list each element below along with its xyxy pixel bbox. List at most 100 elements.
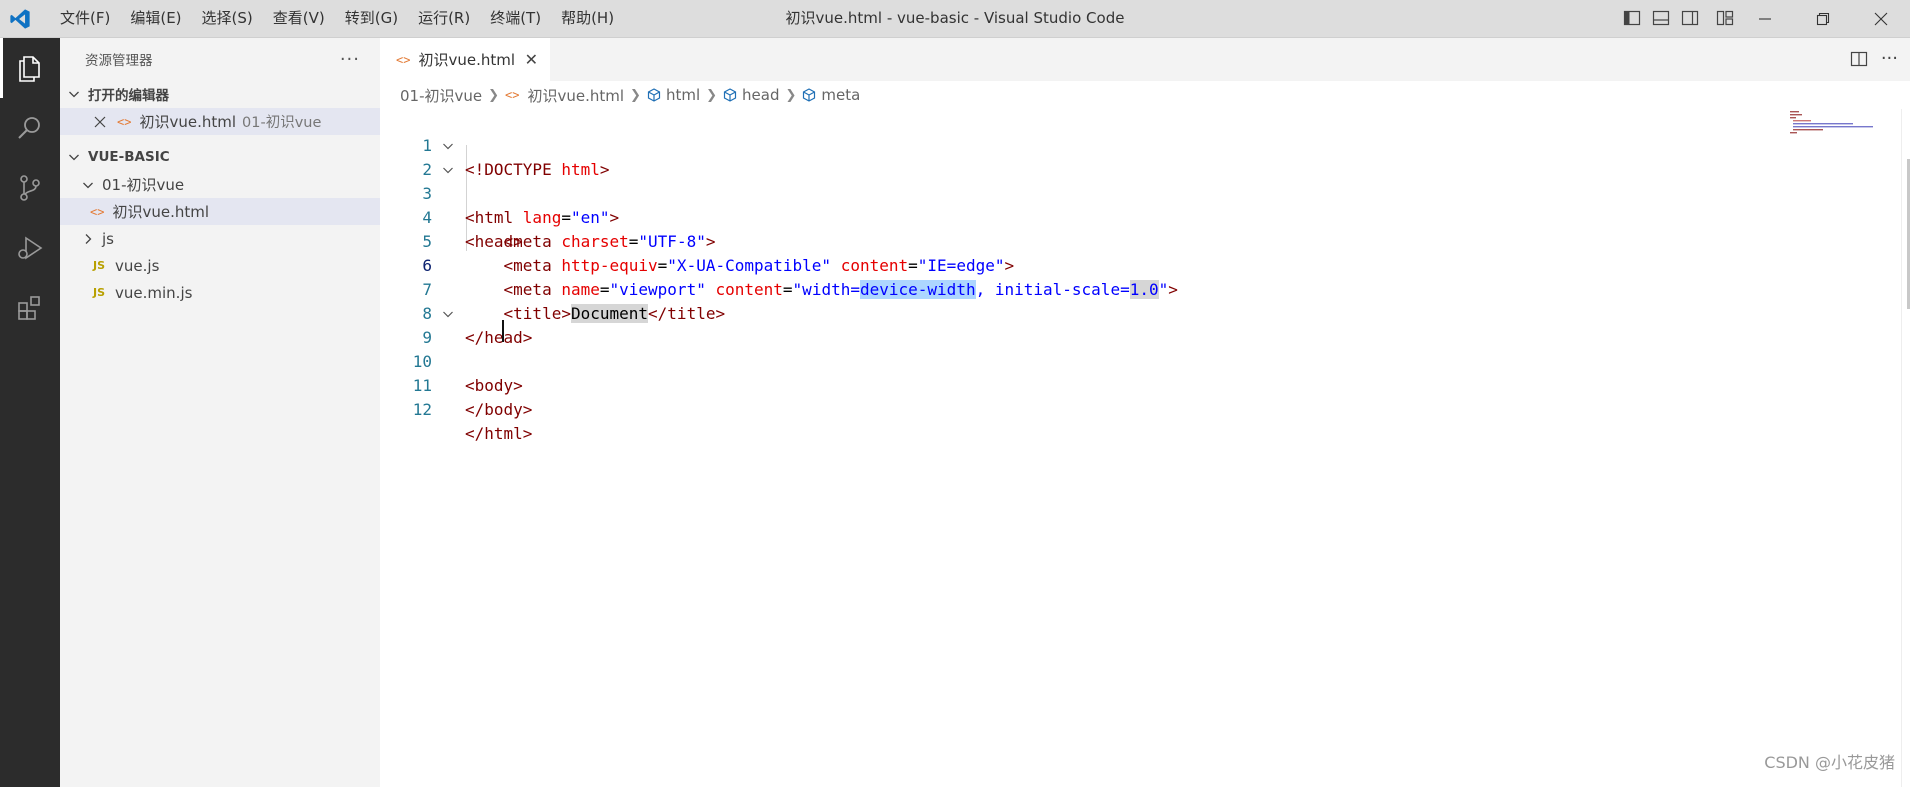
fold-chevron-icon[interactable] bbox=[440, 306, 456, 322]
toggle-secondary-sidebar-icon[interactable] bbox=[1680, 8, 1700, 28]
toggle-panel-icon[interactable] bbox=[1651, 8, 1671, 28]
extensions-activity[interactable] bbox=[0, 278, 60, 338]
menu-run[interactable]: 运行(R) bbox=[408, 0, 480, 37]
breadcrumb-item[interactable]: 初识vue.html bbox=[527, 85, 624, 106]
close-icon[interactable] bbox=[93, 115, 107, 129]
search-icon bbox=[18, 117, 40, 139]
open-editor-folder: 01-初识vue bbox=[242, 115, 322, 131]
chevron-down-icon bbox=[69, 91, 79, 98]
minimize-button[interactable] bbox=[1736, 0, 1794, 37]
symbol-field-icon bbox=[647, 88, 661, 102]
html-file-icon: <> bbox=[90, 204, 105, 219]
menu-view[interactable]: 查看(V) bbox=[263, 0, 335, 37]
html-file-icon: <> bbox=[396, 52, 411, 67]
code-line: 2 <html lang="en"> bbox=[380, 134, 1780, 227]
file-row[interactable]: <> 初识vue.html bbox=[60, 198, 380, 225]
minimap[interactable] bbox=[1790, 109, 1900, 139]
explorer-sidebar: 资源管理器 ··· 打开的编辑器 <> 初识vue.html 01-初识vue … bbox=[60, 38, 380, 787]
title-bar: 文件(F) 编辑(E) 选择(S) 查看(V) 转到(G) 运行(R) 终端(T… bbox=[0, 0, 1910, 38]
toggle-primary-sidebar-icon[interactable] bbox=[1622, 8, 1642, 28]
menu-edit[interactable]: 编辑(E) bbox=[120, 0, 191, 37]
search-activity[interactable] bbox=[0, 98, 60, 158]
code-line: 12 </html> bbox=[380, 374, 1780, 443]
menu-help[interactable]: 帮助(H) bbox=[551, 0, 624, 37]
symbol-field-icon bbox=[803, 88, 816, 102]
breadcrumb-item[interactable]: 01-初识vue bbox=[400, 85, 482, 106]
breadcrumb-item[interactable]: html bbox=[666, 86, 700, 104]
files-icon bbox=[19, 56, 40, 82]
menu-file[interactable]: 文件(F) bbox=[50, 0, 120, 37]
editor-tabs: <> 初识vue.html ✕ ··· bbox=[380, 38, 1910, 81]
chevron-right-icon: ❯ bbox=[630, 87, 641, 103]
extensions-icon bbox=[18, 296, 40, 320]
editor-actions: ··· bbox=[1849, 48, 1898, 69]
explorer-title: 资源管理器 bbox=[85, 53, 153, 69]
file-row[interactable]: JS vue.min.js bbox=[60, 279, 380, 306]
file-name: vue.min.js bbox=[115, 283, 193, 302]
symbol-field-icon bbox=[723, 88, 737, 102]
fold-chevron-icon[interactable] bbox=[440, 138, 456, 154]
line-number: 12 bbox=[412, 400, 432, 419]
customize-layout-icon[interactable] bbox=[1715, 8, 1735, 28]
js-file-icon: JS bbox=[93, 259, 106, 272]
html-file-icon: <> bbox=[117, 114, 132, 129]
js-file-icon: JS bbox=[93, 286, 106, 299]
breadcrumb-item[interactable]: head bbox=[742, 86, 779, 104]
layout-controls bbox=[1622, 8, 1735, 28]
open-editor-item[interactable]: <> 初识vue.html 01-初识vue bbox=[60, 108, 380, 135]
chevron-right-icon: ❯ bbox=[785, 87, 797, 103]
folder-name: 01-初识vue bbox=[102, 176, 185, 194]
menu-selection[interactable]: 选择(S) bbox=[192, 0, 263, 37]
chevron-down-icon bbox=[83, 182, 93, 188]
source-control-activity[interactable] bbox=[0, 158, 60, 218]
folder-row[interactable]: 01-初识vue bbox=[60, 171, 380, 198]
code-line: 8 </head> bbox=[380, 278, 1780, 347]
close-tab-icon[interactable]: ✕ bbox=[525, 50, 538, 69]
folder-name: js bbox=[102, 229, 114, 248]
menu-go[interactable]: 转到(G) bbox=[335, 0, 408, 37]
chevron-right-icon: ❯ bbox=[706, 87, 718, 103]
source-control-icon bbox=[20, 175, 40, 201]
workspace-heading: VUE-BASIC bbox=[88, 149, 170, 165]
run-debug-activity[interactable] bbox=[0, 218, 60, 278]
chevron-right-icon: ❯ bbox=[488, 87, 500, 103]
restore-button[interactable] bbox=[1794, 0, 1852, 37]
open-editors-heading: 打开的编辑器 bbox=[88, 88, 169, 104]
activity-bar bbox=[0, 38, 60, 787]
file-row[interactable]: JS vue.js bbox=[60, 252, 380, 279]
code-line: 4 <meta charset="UTF-8"> bbox=[380, 182, 1780, 251]
code-line: 9 <body> bbox=[380, 302, 1780, 395]
explorer-header: 资源管理器 ··· bbox=[60, 38, 380, 80]
code-line: 11 </body> bbox=[380, 350, 1780, 419]
minimize-icon bbox=[1759, 17, 1771, 20]
menu-terminal[interactable]: 终端(T) bbox=[480, 0, 551, 37]
tab-active[interactable]: <> 初识vue.html ✕ bbox=[380, 38, 550, 81]
menu-bar: 文件(F) 编辑(E) 选择(S) 查看(V) 转到(G) 运行(R) 终端(T… bbox=[50, 0, 624, 37]
code-line: 7 <title>Document</title> bbox=[380, 254, 1780, 323]
split-editor-icon[interactable] bbox=[1849, 49, 1869, 69]
code-line: 3 <head> bbox=[380, 158, 1780, 251]
breadcrumb-item[interactable]: meta bbox=[821, 86, 860, 104]
more-actions-icon[interactable]: ··· bbox=[340, 49, 360, 70]
more-actions-icon[interactable]: ··· bbox=[1881, 48, 1898, 69]
watermark: CSDN @小花皮猪 bbox=[1764, 753, 1895, 772]
code-line: 6 <meta name="viewport" content="width=d… bbox=[380, 230, 1780, 299]
vscode-logo-icon[interactable] bbox=[9, 8, 31, 30]
workspace-section-header[interactable]: VUE-BASIC bbox=[60, 143, 380, 171]
close-window-button[interactable] bbox=[1852, 0, 1910, 37]
open-editors-section-header[interactable]: 打开的编辑器 bbox=[60, 80, 380, 108]
folder-row[interactable]: js bbox=[60, 225, 380, 252]
html-file-icon: <> bbox=[505, 88, 520, 102]
code-line: 1 <!DOCTYPE html> bbox=[380, 110, 1780, 179]
open-editor-filename: 初识vue.html bbox=[139, 113, 237, 131]
chevron-down-icon bbox=[69, 154, 79, 161]
run-debug-icon bbox=[18, 236, 43, 260]
explorer-activity[interactable] bbox=[0, 38, 60, 98]
breadcrumb: 01-初识vue ❯ <> 初识vue.html ❯ html ❯ head ❯… bbox=[380, 81, 1910, 109]
close-icon bbox=[1874, 12, 1888, 25]
tab-label: 初识vue.html bbox=[418, 51, 516, 69]
fold-chevron-icon[interactable] bbox=[440, 162, 456, 178]
code-text: </body> bbox=[465, 400, 533, 419]
code-editor[interactable]: 1 <!DOCTYPE html> 2 <html lang="en"> 3 <… bbox=[380, 109, 1910, 787]
code-line: 5 <meta http-equiv="X-UA-Compatible" con… bbox=[380, 206, 1780, 275]
